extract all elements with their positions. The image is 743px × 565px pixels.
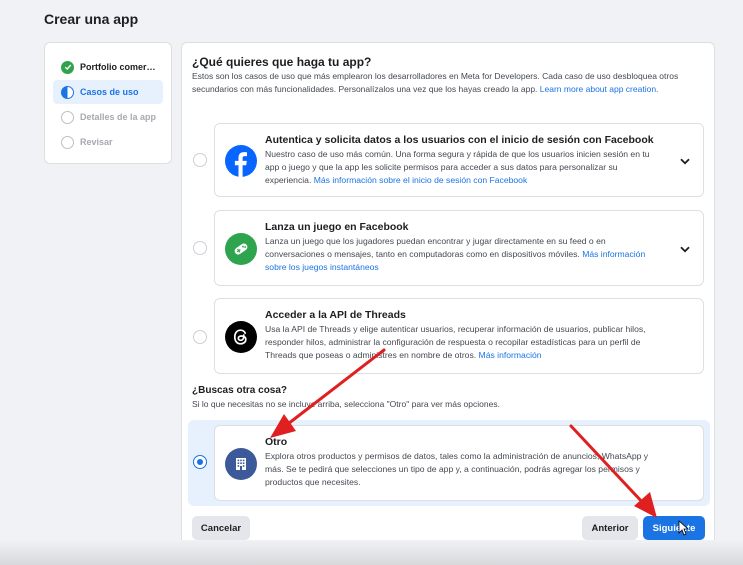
learn-more-link[interactable]: Learn more about app creation.: [540, 84, 659, 94]
use-case-card-facebook-login[interactable]: Autentica y solicita datos a los usuario…: [214, 123, 704, 197]
game-controller-icon: [225, 233, 257, 265]
section-intro: Estos son los casos de uso que más emple…: [192, 71, 679, 94]
card-title: Otro: [265, 436, 288, 448]
progress-stepper: Portfolio comer… Casos de uso Detalles d…: [44, 42, 172, 164]
page-title: Crear una app: [44, 11, 139, 27]
radio-threads-api[interactable]: [193, 330, 207, 344]
next-button[interactable]: Siguiente: [643, 516, 705, 540]
radio-facebook-game[interactable]: [193, 241, 207, 255]
radio-other[interactable]: [193, 455, 207, 469]
threads-icon: [225, 321, 257, 353]
step-label: Revisar: [80, 137, 113, 147]
card-link[interactable]: Más información: [479, 350, 542, 360]
step-app-details: Detalles de la app: [53, 105, 163, 129]
chevron-down-icon[interactable]: [679, 155, 691, 167]
card-title: Acceder a la API de Threads: [265, 309, 406, 321]
step-label: Casos de uso: [80, 87, 139, 97]
empty-circle-icon: [61, 135, 74, 149]
use-case-card-threads[interactable]: Acceder a la API de Threads Usa la API d…: [214, 298, 704, 374]
facebook-icon: [225, 145, 257, 177]
building-icon: [225, 448, 257, 480]
other-section-subtitle: Si lo que necesitas no se incluye arriba…: [192, 399, 500, 409]
back-button[interactable]: Anterior: [582, 516, 638, 540]
step-label: Detalles de la app: [80, 112, 157, 122]
radio-facebook-login[interactable]: [193, 153, 207, 167]
half-circle-icon: [61, 85, 74, 99]
cancel-button[interactable]: Cancelar: [192, 516, 250, 540]
step-label: Portfolio comer…: [80, 62, 156, 72]
step-review: Revisar: [53, 130, 163, 154]
card-link[interactable]: Más información sobre el inicio de sesió…: [314, 175, 528, 185]
bottom-fade: [0, 540, 743, 565]
card-description: Lanza un juego que los jugadores puedan …: [265, 236, 646, 272]
card-title: Lanza un juego en Facebook: [265, 221, 409, 233]
section-title: ¿Qué quieres que haga tu app?: [192, 55, 372, 69]
use-case-panel: ¿Qué quieres que haga tu app? Estos son …: [181, 42, 715, 552]
card-description: Nuestro caso de uso más común. Una forma…: [265, 149, 650, 185]
use-case-card-other[interactable]: Otro Explora otros productos y permisos …: [214, 425, 704, 501]
use-case-card-game[interactable]: Lanza un juego en Facebook Lanza un jueg…: [214, 210, 704, 286]
check-circle-icon: [61, 60, 74, 74]
step-portfolio[interactable]: Portfolio comer…: [53, 55, 163, 79]
chevron-down-icon[interactable]: [679, 243, 691, 255]
empty-circle-icon: [61, 110, 74, 124]
card-description: Usa la API de Threads y elige autenticar…: [265, 324, 646, 360]
other-section-title: ¿Buscas otra cosa?: [192, 385, 288, 396]
step-use-cases[interactable]: Casos de uso: [53, 80, 163, 104]
card-description: Explora otros productos y permisos de da…: [265, 451, 649, 487]
card-title: Autentica y solicita datos a los usuario…: [265, 134, 654, 146]
